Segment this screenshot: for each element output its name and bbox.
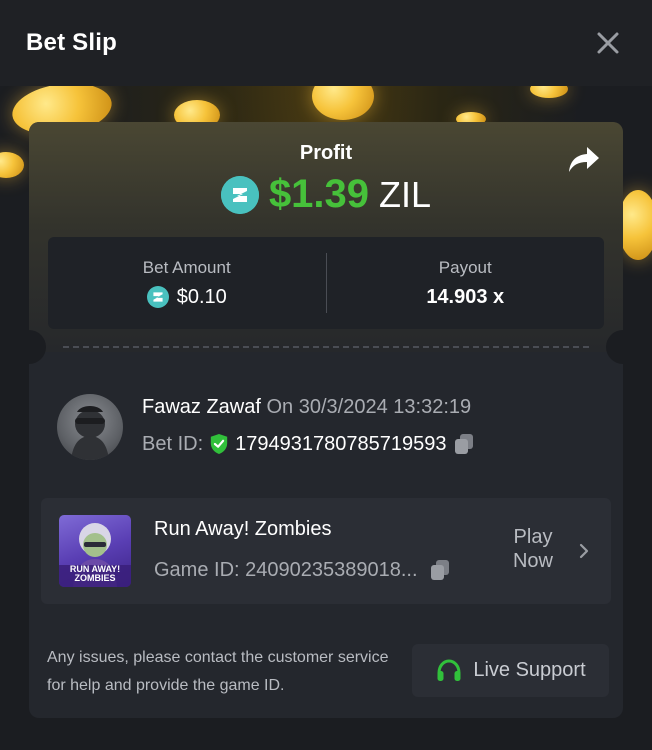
user-line: Fawaz Zawaf On 30/3/2024 13:32:19 [142,396,471,419]
bet-amount-value: $0.10 [176,285,227,308]
profit-amount: $1.39 [268,172,370,216]
close-icon [597,32,619,54]
ticket-divider [63,346,589,348]
username: Fawaz Zawaf [142,396,261,418]
payout-label: Payout [438,257,492,277]
game-thumbnail-text: RUN AWAY! ZOMBIES [69,564,121,583]
game-row[interactable]: RUN AWAY! ZOMBIES Run Away! Zombies Game… [41,498,611,604]
coin-decoration [312,86,374,120]
user-row: Fawaz Zawaf On 30/3/2024 13:32:19 Bet ID… [57,392,597,462]
game-id-text: Game ID: 24090235389018... [154,558,418,581]
avatar [57,394,123,460]
copy-icon [430,560,449,580]
verified-shield-icon [210,434,228,454]
bet-stats: Bet Amount $0.10 Payout 14.903 x [48,237,604,329]
game-thumbnail: RUN AWAY! ZOMBIES [59,515,131,587]
game-title: Run Away! Zombies [154,518,332,540]
payout-value: 14.903 x [426,285,505,308]
coin-decoration [530,86,568,98]
support-help-text: Any issues, please contact the customer … [47,649,389,694]
copy-bet-id-button[interactable] [452,432,476,456]
bet-amount-label: Bet Amount [142,257,231,277]
bet-amount-stat: Bet Amount $0.10 [48,237,326,329]
zilliqa-icon [146,286,169,308]
headset-icon [437,658,461,681]
copy-game-id-button[interactable] [428,558,452,582]
coin-decoration [0,152,24,178]
copy-icon [455,434,474,454]
profit-currency: ZIL [379,173,432,215]
coin-decoration [618,190,652,260]
live-support-label: Live Support [473,659,586,681]
game-id-line: Game ID: 24090235389018... [154,558,452,582]
bet-slip-card: Profit $1.39 ZIL Bet Amount $0.10 Payout [29,122,623,718]
page-title: Bet Slip [26,29,117,56]
play-now-button[interactable]: Play Now [507,525,559,573]
chevron-right-icon[interactable] [577,542,591,560]
payout-stat: Payout 14.903 x [327,237,605,329]
play-now-label-line1: Play [513,526,553,548]
live-support-button[interactable]: Live Support [412,644,609,697]
bet-id-label: Bet ID: [142,432,204,455]
profit-label: Profit [299,142,353,164]
profit-row: $1.39 ZIL [29,172,623,217]
bet-id-line: Bet ID: 179493178078571959​3 [142,432,476,456]
zilliqa-icon [220,175,259,214]
bet-slip-header: Bet Slip [0,0,652,86]
play-now-label-line2: Now [512,550,553,572]
close-button[interactable] [594,29,622,57]
bet-id-value: 179493178078571959​3 [235,432,447,455]
bet-date: On 30/3/2024 13:32:19 [266,396,472,418]
bet-amount-value-row: $0.10 [146,285,227,309]
